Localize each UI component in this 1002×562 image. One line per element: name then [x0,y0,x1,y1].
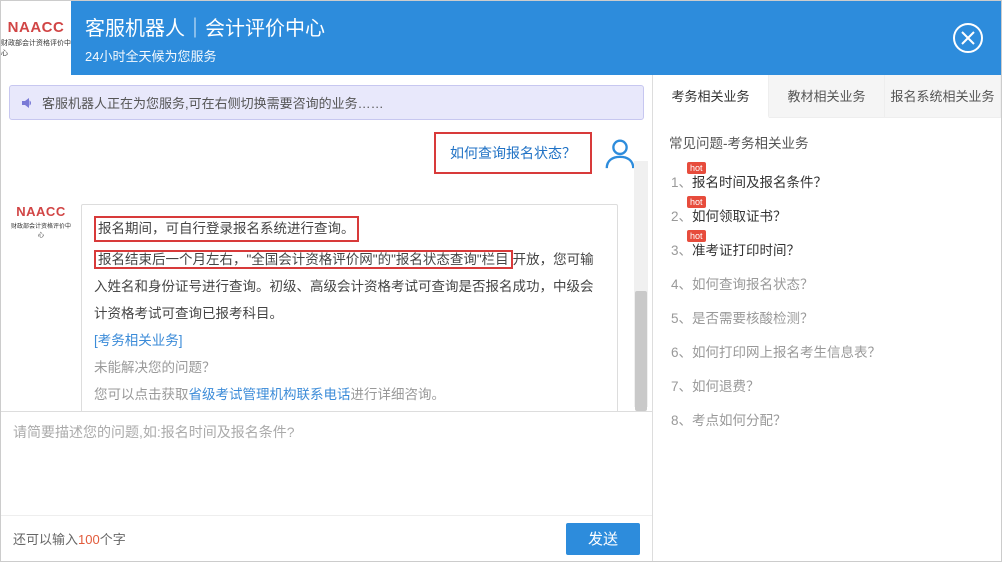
status-bar: 客服机器人正在为您服务,可在右侧切换需要咨询的业务…… [9,85,644,120]
hot-badge: hot [687,162,706,174]
tabs: 考务相关业务 教材相关业务 报名系统相关业务 [653,75,1001,118]
contact-hint: 您可以点击获取省级考试管理机构联系电话进行详细咨询。 [94,381,605,408]
bottom-bar: 还可以输入100个字 发送 [1,515,652,561]
chat-scrollbar[interactable] [634,161,648,407]
faq-panel: 常见问题-考务相关业务 hot1、报名时间及报名条件？hot2、如何领取证书？h… [653,118,1001,450]
faq-item[interactable]: 8、考点如何分配？ [669,402,985,436]
app-window: NAACC 财政部会计资格评价中心 客服机器人｜会计评价中心 24小时全天候为您… [0,0,1002,562]
close-icon [961,31,975,45]
input-area [1,411,652,515]
bot-answer-line1: 报名期间，可自行登录报名系统进行查询。 [94,216,359,242]
hot-badge: hot [687,196,706,208]
faq-item[interactable]: 6、如何打印网上报名考生信息表？ [669,334,985,368]
faq-item[interactable]: hot2、如何领取证书？ [669,198,985,232]
user-icon [603,136,637,170]
hot-badge: hot [687,230,706,242]
faq-item[interactable]: hot3、准考证打印时间？ [669,232,985,266]
bot-logo-sub: 财政部会计资格评价中心 [11,221,71,239]
category-tag-link[interactable]: [考务相关业务] [94,327,605,354]
faq-item[interactable]: 5、是否需要核酸检测？ [669,300,985,334]
bot-avatar: NAACC 财政部会计资格评价中心 [11,204,71,239]
main: 客服机器人正在为您服务,可在右侧切换需要咨询的业务…… 如何查询报名状态？ NA… [1,75,1001,561]
tab-registration-system[interactable]: 报名系统相关业务 [885,75,1001,117]
logo-text: NAACC [8,19,65,36]
chat-panel: 客服机器人正在为您服务,可在右侧切换需要咨询的业务…… 如何查询报名状态？ NA… [1,75,653,561]
page-title: 客服机器人｜会计评价中心 [85,12,325,41]
faq-list: hot1、报名时间及报名条件？hot2、如何领取证书？hot3、准考证打印时间？… [669,164,985,436]
tab-exam-affairs[interactable]: 考务相关业务 [653,75,769,118]
user-message-bubble: 如何查询报名状态？ [434,132,592,174]
faq-item[interactable]: hot1、报名时间及报名条件？ [669,164,985,198]
logo-subtext: 财政部会计资格评价中心 [1,38,71,58]
char-count-number: 100 [78,532,100,547]
speaker-icon [20,95,36,111]
status-text: 客服机器人正在为您服务,可在右侧切换需要咨询的业务…… [42,93,384,112]
header-text: 客服机器人｜会计评价中心 24小时全天候为您服务 [85,12,325,65]
bot-answer-line2-highlight: 报名结束后一个月左右，"全国会计资格评价网"的"报名状态查询"栏目 [94,250,513,269]
bot-message-row: NAACC 财政部会计资格评价中心 报名期间，可自行登录报名系统进行查询。 报名… [9,204,644,411]
chat-body: 客服机器人正在为您服务,可在右侧切换需要咨询的业务…… 如何查询报名状态？ NA… [1,75,652,411]
page-subtitle: 24小时全天候为您服务 [85,46,325,65]
send-button[interactable]: 发送 [566,523,640,555]
user-avatar [602,135,638,171]
contact-phone-link[interactable]: 省级考试管理机构联系电话 [189,387,351,402]
logo: NAACC 财政部会计资格评价中心 [1,1,71,75]
not-solved-text: 未能解决您的问题？ [94,354,605,381]
user-message-row: 如何查询报名状态？ [9,132,644,174]
close-button[interactable] [953,23,983,53]
bot-message-bubble: 报名期间，可自行登录报名系统进行查询。 报名结束后一个月左右，"全国会计资格评价… [81,204,618,411]
char-counter: 还可以输入100个字 [13,529,126,548]
message-input[interactable] [13,422,640,484]
faq-item[interactable]: 4、如何查询报名状态？ [669,266,985,300]
faq-item[interactable]: 7、如何退费？ [669,368,985,402]
bot-logo-text: NAACC [11,204,71,219]
tab-materials[interactable]: 教材相关业务 [769,75,885,117]
header: NAACC 财政部会计资格评价中心 客服机器人｜会计评价中心 24小时全天候为您… [1,1,1001,75]
faq-title: 常见问题-考务相关业务 [669,132,985,152]
sidebar: 考务相关业务 教材相关业务 报名系统相关业务 常见问题-考务相关业务 hot1、… [653,75,1001,561]
scrollbar-thumb[interactable] [635,291,647,411]
